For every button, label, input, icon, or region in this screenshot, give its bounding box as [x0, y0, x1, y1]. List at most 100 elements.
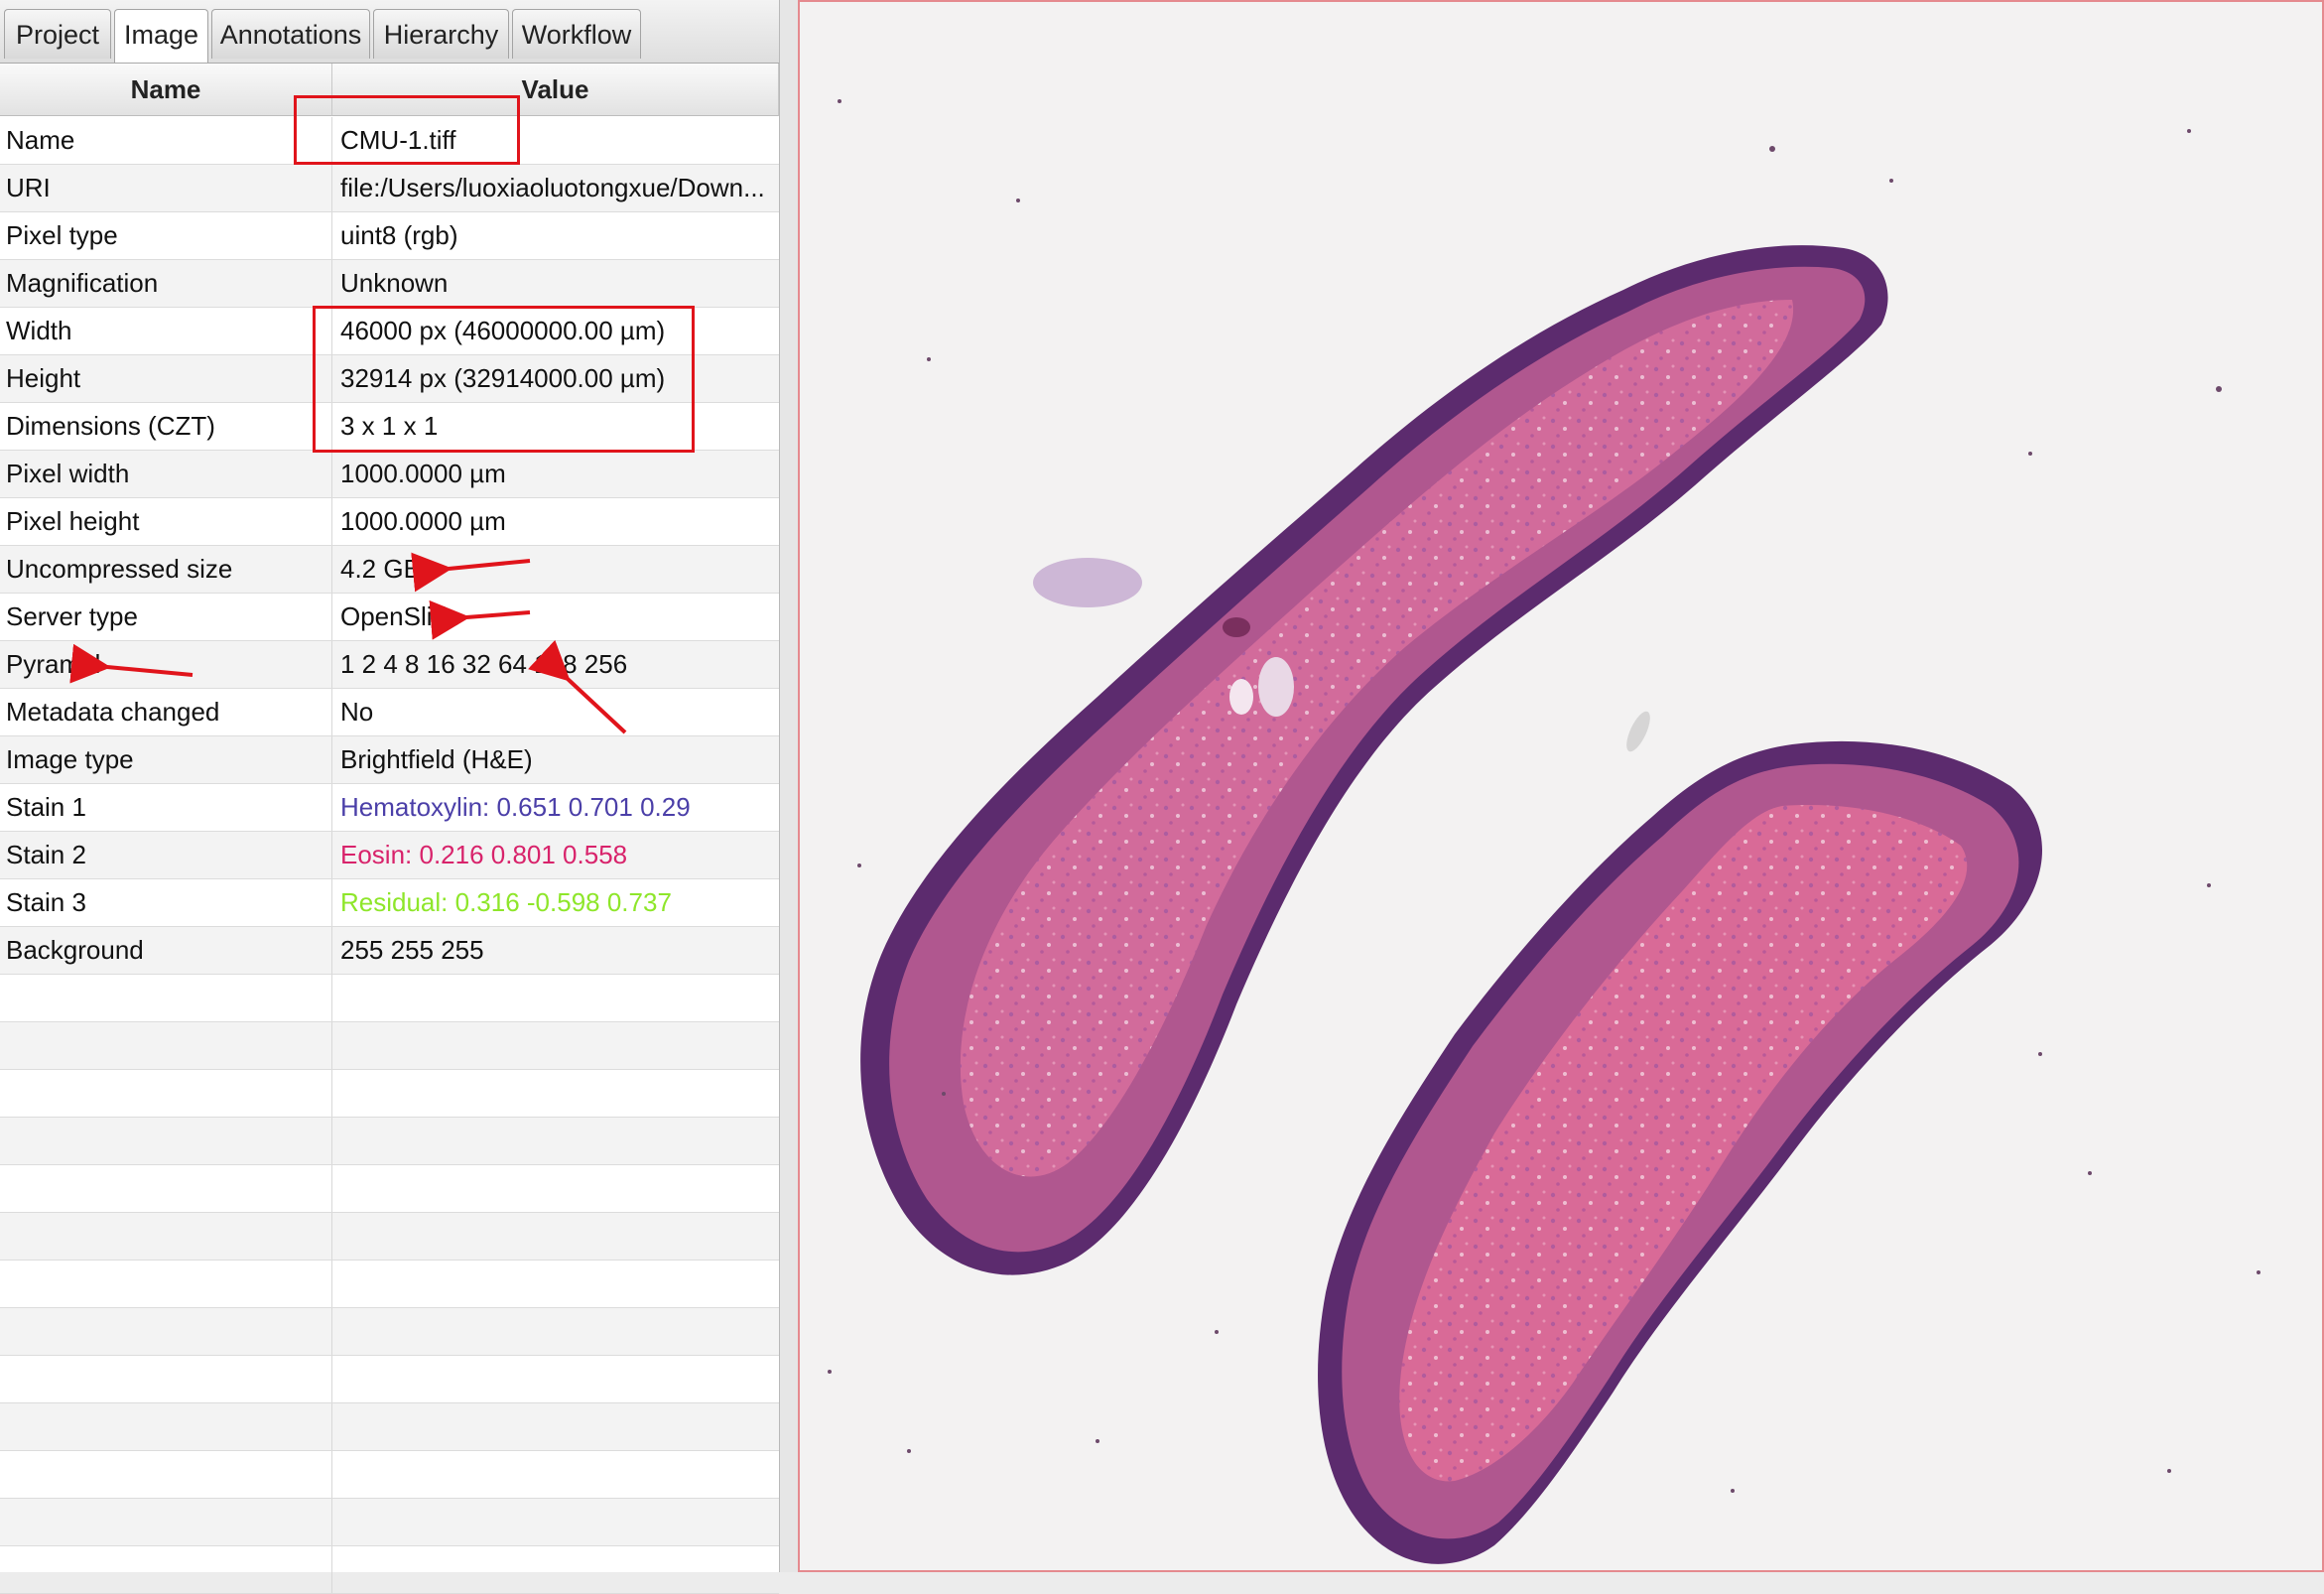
- property-name: Width: [0, 308, 332, 354]
- tab-project[interactable]: Project: [4, 9, 111, 59]
- property-name: Pixel width: [0, 451, 332, 497]
- property-value: [332, 1213, 779, 1260]
- properties-table: Name Value Name CMU-1.tiff URI file:/Users/…: [0, 64, 779, 1594]
- table-row[interactable]: Server type OpenSlide: [0, 594, 779, 641]
- property-name: Image type: [0, 736, 332, 783]
- table-row-empty[interactable]: [0, 1070, 779, 1118]
- property-name: Height: [0, 355, 332, 402]
- table-row-empty[interactable]: [0, 1499, 779, 1546]
- property-name: [0, 1356, 332, 1402]
- property-name: [0, 1546, 332, 1593]
- property-value: Unknown: [340, 268, 449, 298]
- table-row-empty[interactable]: [0, 1308, 779, 1356]
- table-row[interactable]: Pixel height 1000.0000 µm: [0, 498, 779, 546]
- table-row-empty[interactable]: [0, 1022, 779, 1070]
- property-name: Uncompressed size: [0, 546, 332, 593]
- property-name: Stain 2: [0, 832, 332, 878]
- table-row-empty[interactable]: [0, 1403, 779, 1451]
- table-row[interactable]: Stain 1 Hematoxylin: 0.651 0.701 0.29: [0, 784, 779, 832]
- property-name: Name: [0, 117, 332, 164]
- table-row-empty[interactable]: [0, 1356, 779, 1403]
- property-value: [332, 1451, 779, 1498]
- property-value: [332, 975, 779, 1021]
- property-name: [0, 1261, 332, 1307]
- property-name: Background: [0, 927, 332, 974]
- property-name: Dimensions (CZT): [0, 403, 332, 450]
- property-name: [0, 1451, 332, 1498]
- property-value: [332, 1070, 779, 1117]
- property-value: Hematoxylin: 0.651 0.701 0.29: [340, 792, 691, 822]
- table-row-empty[interactable]: [0, 975, 779, 1022]
- slide-image: [828, 99, 2260, 1564]
- property-value: Residual: 0.316 -0.598 0.737: [340, 887, 672, 917]
- property-value: [332, 1022, 779, 1069]
- property-value: OpenSlide: [340, 601, 461, 631]
- property-value: Brightfield (H&E): [340, 744, 533, 774]
- table-row-empty[interactable]: [0, 1451, 779, 1499]
- annotation-box-name: [294, 95, 520, 165]
- table-row-empty[interactable]: [0, 1261, 779, 1308]
- tab-workflow[interactable]: Workflow: [512, 9, 641, 59]
- property-value: 1000.0000 µm: [340, 459, 506, 488]
- property-value: [332, 1118, 779, 1164]
- property-name: [0, 975, 332, 1021]
- property-value: Eosin: 0.216 0.801 0.558: [340, 840, 628, 869]
- table-row[interactable]: Pyramid 1 2 4 8 16 32 64 128 256: [0, 641, 779, 689]
- property-value: 255 255 255: [340, 935, 484, 965]
- tab-annotations[interactable]: Annotations: [211, 9, 370, 59]
- property-value: 1000.0000 µm: [340, 506, 506, 536]
- property-value: [332, 1308, 779, 1355]
- property-name: Pixel height: [0, 498, 332, 545]
- property-value: [332, 1356, 779, 1402]
- table-row-empty[interactable]: [0, 1118, 779, 1165]
- table-row[interactable]: Stain 2 Eosin: 0.216 0.801 0.558: [0, 832, 779, 879]
- column-header-name[interactable]: Name: [0, 64, 332, 116]
- property-name: [0, 1308, 332, 1355]
- tab-hierarchy[interactable]: Hierarchy: [373, 9, 509, 59]
- table-row[interactable]: Pixel type uint8 (rgb): [0, 212, 779, 260]
- table-row-empty[interactable]: [0, 1546, 779, 1594]
- tab-bar: Project Image Annotations Hierarchy Work…: [0, 0, 779, 64]
- property-name: [0, 1213, 332, 1260]
- image-properties-panel: Project Image Annotations Hierarchy Work…: [0, 0, 780, 1594]
- property-name: [0, 1118, 332, 1164]
- property-value: [332, 1403, 779, 1450]
- property-name: Metadata changed: [0, 689, 332, 735]
- property-value: 1 2 4 8 16 32 64 128 256: [340, 649, 628, 679]
- property-name: Magnification: [0, 260, 332, 307]
- property-value: No: [340, 697, 374, 727]
- table-row[interactable]: URI file:/Users/luoxiaoluotongxue/Down...: [0, 165, 779, 212]
- property-name: [0, 1403, 332, 1450]
- property-name: Stain 1: [0, 784, 332, 831]
- table-row-empty[interactable]: [0, 1213, 779, 1261]
- property-name: [0, 1070, 332, 1117]
- table-row[interactable]: Metadata changed No: [0, 689, 779, 736]
- property-name: Stain 3: [0, 879, 332, 926]
- table-row[interactable]: Pixel width 1000.0000 µm: [0, 451, 779, 498]
- property-name: Server type: [0, 594, 332, 640]
- property-name: [0, 1499, 332, 1545]
- property-name: URI: [0, 165, 332, 211]
- table-row-empty[interactable]: [0, 1165, 779, 1213]
- property-name: [0, 1022, 332, 1069]
- table-row[interactable]: Image type Brightfield (H&E): [0, 736, 779, 784]
- property-value: file:/Users/luoxiaoluotongxue/Down...: [340, 173, 765, 202]
- panel-splitter[interactable]: [780, 0, 799, 1572]
- property-name: [0, 1165, 332, 1212]
- table-row[interactable]: Uncompressed size 4.2 GB: [0, 546, 779, 594]
- property-value: [332, 1261, 779, 1307]
- property-value: 4.2 GB: [340, 554, 421, 584]
- table-row[interactable]: Background 255 255 255: [0, 927, 779, 975]
- property-value: [332, 1499, 779, 1545]
- slide-viewer[interactable]: [798, 0, 2324, 1572]
- property-value: [332, 1165, 779, 1212]
- annotation-box-dimensions: [313, 306, 695, 453]
- tab-image[interactable]: Image: [114, 9, 208, 63]
- property-value: [332, 1546, 779, 1593]
- table-row[interactable]: Stain 3 Residual: 0.316 -0.598 0.737: [0, 879, 779, 927]
- property-name: Pyramid: [0, 641, 332, 688]
- tissue-section-small: [1318, 740, 2043, 1564]
- table-row[interactable]: Magnification Unknown: [0, 260, 779, 308]
- property-name: Pixel type: [0, 212, 332, 259]
- property-value: uint8 (rgb): [340, 220, 458, 250]
